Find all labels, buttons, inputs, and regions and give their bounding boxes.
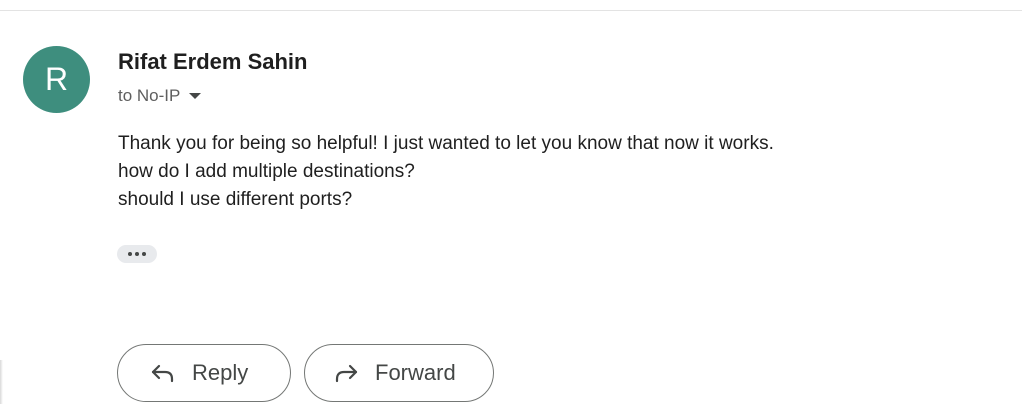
- recipient-details-toggle[interactable]: to No-IP: [118, 86, 202, 106]
- ellipsis-icon: [128, 252, 132, 256]
- edge-shadow: [0, 360, 3, 404]
- message-body-line: should I use different ports?: [118, 189, 353, 210]
- sender-name: Rifat Erdem Sahin: [118, 49, 308, 74]
- forward-label: Forward: [375, 360, 456, 385]
- ellipsis-icon: [142, 252, 146, 256]
- reply-button[interactable]: Reply: [117, 344, 291, 402]
- ellipsis-icon: [135, 252, 139, 256]
- forward-arrow-icon: [335, 364, 358, 383]
- message-body-line: how do I add multiple destinations?: [118, 161, 415, 182]
- forward-button[interactable]: Forward: [304, 344, 494, 402]
- chevron-down-icon[interactable]: [189, 93, 202, 99]
- message-body-line: Thank you for being so helpful! I just w…: [118, 133, 774, 154]
- reply-label: Reply: [192, 360, 249, 385]
- email-message: R Rifat Erdem Sahin to No-IP Thank you f…: [0, 0, 1022, 404]
- recipient-label: to No-IP: [118, 86, 181, 105]
- avatar[interactable]: R: [23, 46, 90, 113]
- show-trimmed-content-button[interactable]: [117, 245, 157, 263]
- reply-arrow-icon: [151, 364, 174, 383]
- message-body: Thank you for being so helpful! I just w…: [118, 130, 774, 214]
